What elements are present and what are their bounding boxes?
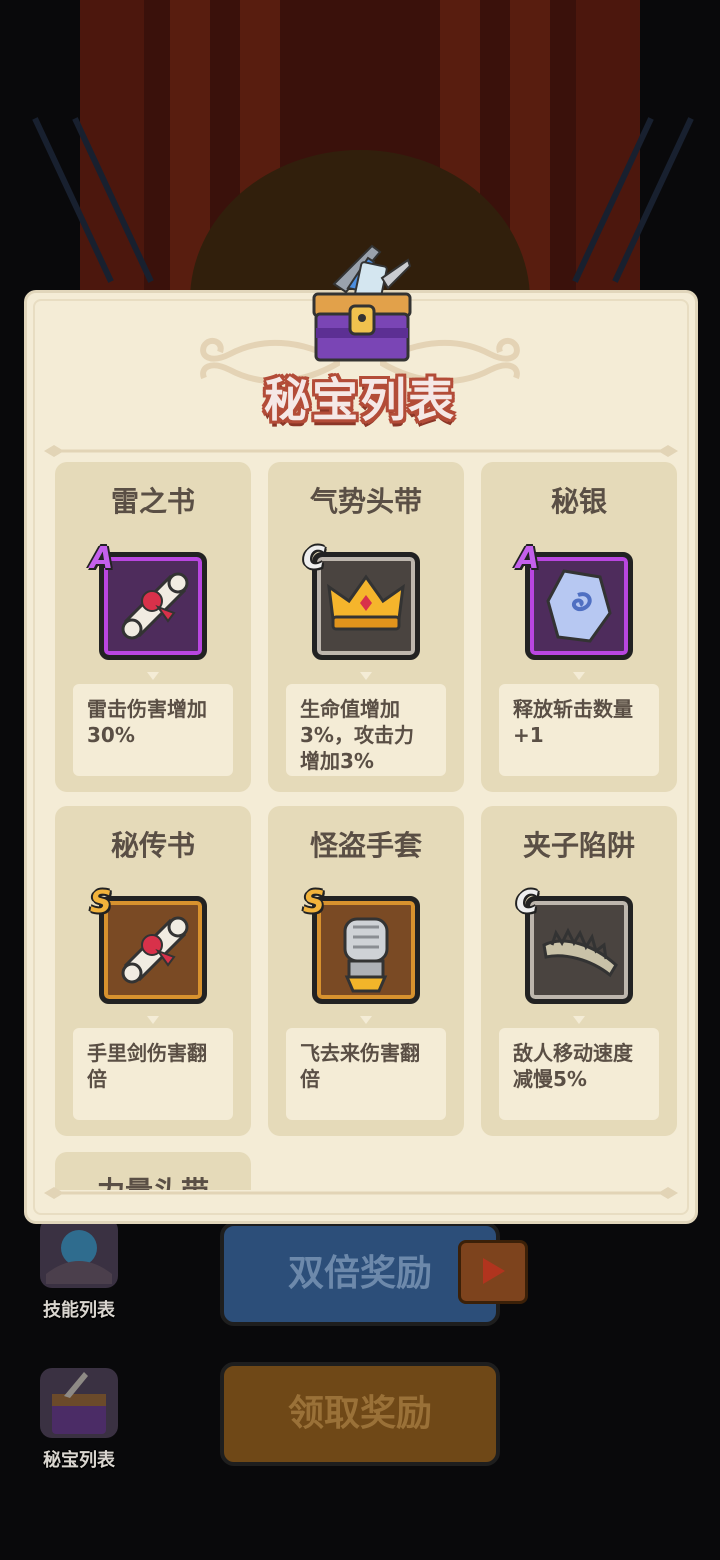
item-frame: S — [303, 885, 420, 1004]
top-divider — [44, 445, 678, 457]
treasure-card[interactable]: 秘银 A 释放斩击数量 +1 — [481, 462, 677, 792]
treasure-desc: 雷击伤害增加 30% — [73, 684, 233, 776]
item-frame: S — [90, 885, 207, 1004]
treasure-list-label: 秘宝列表 — [43, 1450, 115, 1471]
treasure-card[interactable]: 雷之书 A 雷击伤害增加 30% — [55, 462, 251, 792]
treasure-desc: 敌人移动速度 减慢5% — [499, 1028, 659, 1120]
treasure-name: 夹子陷阱 — [522, 829, 635, 862]
treasure-card[interactable]: 秘传书 S 手里剑伤害翻 倍 — [55, 806, 251, 1136]
treasure-card[interactable]: 怪盗手套 S 飞去来伤害翻 倍 — [268, 806, 464, 1136]
gauntlet-icon — [343, 917, 389, 993]
skill-book-icon — [40, 1218, 118, 1288]
item-frame: C — [516, 885, 633, 1004]
treasure-name: 怪盗手套 — [309, 829, 422, 862]
item-frame: A — [516, 541, 633, 660]
treasure-grid: 雷之书 A 雷击伤害增加 30% 气势头带 C 生命值增加 3%，攻击力 增加3… — [30, 458, 690, 1190]
treasure-desc: 释放斩击数量 +1 — [499, 684, 659, 776]
treasure-card[interactable]: 夹子陷阱 C 敌人移动速度 减慢5% — [481, 806, 677, 1136]
treasure-name: 气势头带 — [309, 485, 422, 518]
treasure-chest-icon — [40, 1368, 118, 1438]
treasure-list-button[interactable]: 秘宝列表 — [26, 1364, 132, 1476]
mithril-stone-icon — [546, 569, 612, 643]
treasure-card[interactable]: 气势头带 C 生命值增加 3%，攻击力 增加3% — [268, 462, 464, 792]
crown-icon — [327, 574, 405, 631]
skills-list-button[interactable]: 技能列表 — [26, 1214, 132, 1326]
treasure-desc: 飞去来伤害翻 倍 — [286, 1028, 446, 1120]
scroll-icon — [121, 916, 189, 984]
bottom-divider — [44, 1187, 678, 1199]
watch-ad-tv-icon — [458, 1240, 528, 1304]
bear-trap-icon — [542, 927, 618, 978]
claim-reward-button[interactable]: 领取奖励 — [220, 1362, 500, 1466]
item-frame: C — [303, 541, 420, 660]
treasure-desc: 手里剑伤害翻 倍 — [73, 1028, 233, 1120]
treasure-name: 秘传书 — [110, 829, 195, 862]
treasure-desc: 生命值增加 3%，攻击力 增加3% — [286, 684, 446, 776]
popup-title: 秘宝列表 — [264, 373, 456, 427]
treasure-chest-icon — [312, 244, 412, 362]
scroll-icon — [121, 572, 189, 640]
item-frame: A — [90, 541, 207, 660]
treasure-name: 秘银 — [550, 485, 607, 518]
treasure-card[interactable]: 力量头带 — [55, 1152, 251, 1190]
skills-list-label: 技能列表 — [43, 1300, 115, 1321]
treasure-name: 雷之书 — [110, 485, 195, 518]
